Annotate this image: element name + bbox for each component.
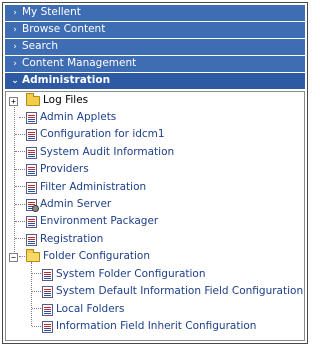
administration-tree-panel: + Log Files Admin Applets Configuration … <box>5 91 305 341</box>
tree-item-label: Configuration for idcm1 <box>40 128 165 140</box>
chevron-right-icon: › <box>13 59 17 69</box>
tree-item-registration[interactable]: Registration <box>26 231 103 248</box>
tree-item-admin-applets[interactable]: Admin Applets <box>26 109 116 126</box>
tree-connector <box>32 273 41 274</box>
document-icon <box>42 303 53 316</box>
tree-item-label: Folder Configuration <box>43 250 150 262</box>
tree-item-system-folder-configuration[interactable]: System Folder Configuration <box>42 266 206 283</box>
document-icon <box>26 215 37 228</box>
tree-connector <box>15 151 25 152</box>
tree-connector <box>14 105 15 256</box>
document-icon <box>26 181 37 194</box>
tree-item-label: Admin Server <box>40 198 112 210</box>
tree-connector <box>15 238 25 239</box>
menu-item-label: Browse Content <box>22 23 106 35</box>
tree-item-providers[interactable]: Providers <box>26 161 89 178</box>
tree-item-environment-packager[interactable]: Environment Packager <box>26 213 158 230</box>
chevron-right-icon: › <box>13 25 17 35</box>
administration-tree: + Log Files Admin Applets Configuration … <box>6 92 304 340</box>
menu-item-administration[interactable]: ⌄ Administration <box>5 73 305 89</box>
tree-connector <box>32 291 41 292</box>
tree-item-label: Information Field Inherit Configuration <box>56 320 257 332</box>
tree-item-configuration[interactable]: Configuration for idcm1 <box>26 126 165 143</box>
tree-connector <box>32 326 41 327</box>
chevron-down-icon: ⌄ <box>11 76 19 86</box>
expand-icon[interactable]: + <box>9 97 18 106</box>
main-menu: › My Stellent › Browse Content › Search › Co… <box>5 5 305 90</box>
document-icon <box>26 233 37 246</box>
document-icon <box>42 320 53 333</box>
menu-item-label: Administration <box>22 74 111 86</box>
menu-item-search[interactable]: › Search <box>5 39 305 55</box>
tree-connector <box>15 221 25 222</box>
tree-item-label: Registration <box>40 233 104 245</box>
tree-item-admin-server[interactable]: Admin Server <box>26 196 111 213</box>
tree-connector <box>19 256 25 257</box>
open-folder-icon <box>26 248 40 262</box>
tree-item-label: System Folder Configuration <box>56 268 206 280</box>
folder-icon <box>26 92 40 106</box>
tree-item-local-folders[interactable]: Local Folders <box>42 301 124 318</box>
tree-node-folder-configuration[interactable]: Folder Configuration <box>26 248 150 265</box>
document-icon <box>42 268 53 281</box>
document-icon <box>26 111 37 124</box>
navigation-panel: › My Stellent › Browse Content › Search › Co… <box>2 2 308 344</box>
tree-connector <box>19 117 25 118</box>
tree-item-label: Log Files <box>43 94 89 106</box>
menu-item-content-management[interactable]: › Content Management <box>5 56 305 72</box>
tree-connector <box>15 204 25 205</box>
tree-item-system-default-info-field[interactable]: System Default Information Field Configu… <box>42 283 303 300</box>
chevron-right-icon: › <box>13 42 17 52</box>
menu-item-my-stellent[interactable]: › My Stellent <box>5 5 305 21</box>
tree-item-system-audit[interactable]: System Audit Information <box>26 144 174 161</box>
tree-item-info-field-inherit[interactable]: Information Field Inherit Configuration <box>42 318 256 335</box>
tree-connector <box>15 134 25 135</box>
tree-node-log-files[interactable]: Log Files <box>26 92 88 109</box>
tree-item-label: System Audit Information <box>40 146 175 158</box>
collapse-icon[interactable]: − <box>9 253 18 262</box>
tree-item-label: Providers <box>40 163 89 175</box>
tree-item-label: System Default Information Field Configu… <box>56 285 304 297</box>
tree-item-label: Environment Packager <box>40 215 159 227</box>
tree-item-filter-administration[interactable]: Filter Administration <box>26 179 146 196</box>
tree-item-label: Local Folders <box>56 303 125 315</box>
menu-item-browse-content[interactable]: › Browse Content <box>5 22 305 38</box>
tree-connector <box>32 308 41 309</box>
tree-connector <box>15 169 25 170</box>
tree-connector <box>31 262 32 326</box>
tree-connector <box>15 186 25 187</box>
document-icon <box>26 146 37 159</box>
document-icon <box>42 285 53 298</box>
menu-item-label: Content Management <box>22 57 137 69</box>
tree-item-label: Admin Applets <box>40 111 117 123</box>
chevron-right-icon: › <box>13 8 17 18</box>
document-icon <box>26 163 37 176</box>
tree-item-label: Filter Administration <box>40 181 147 193</box>
menu-item-label: My Stellent <box>22 6 81 18</box>
document-icon <box>26 128 37 141</box>
menu-item-label: Search <box>22 40 59 52</box>
server-document-icon <box>26 198 39 212</box>
